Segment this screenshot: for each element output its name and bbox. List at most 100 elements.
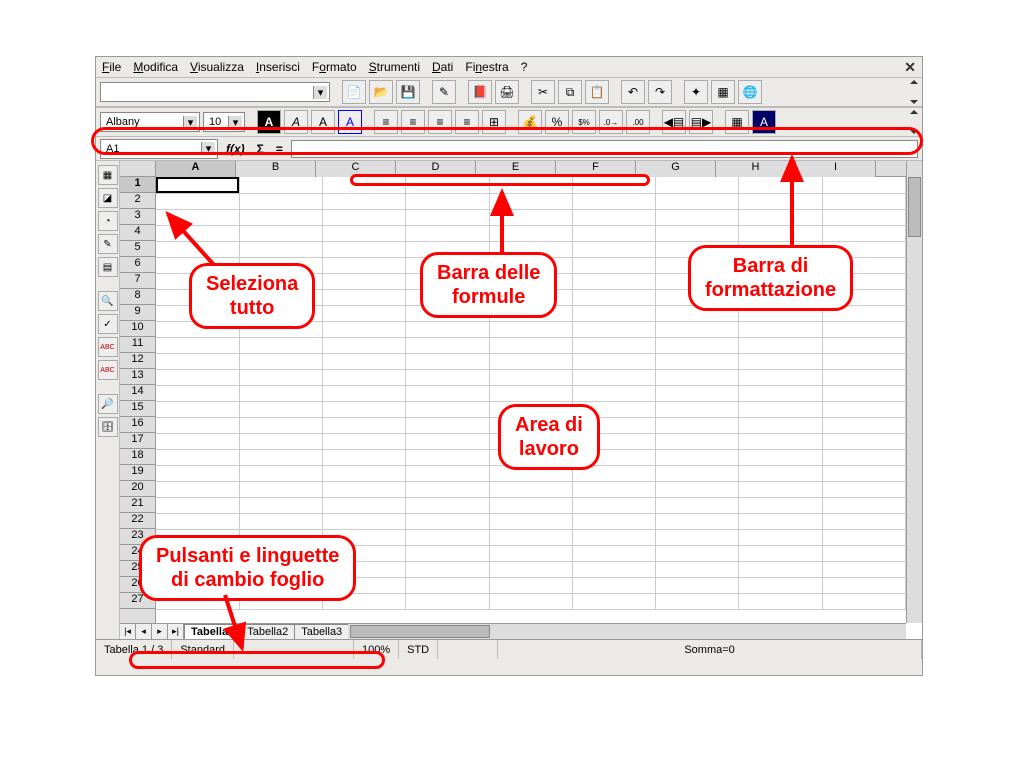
cell[interactable] <box>323 561 406 577</box>
cell[interactable] <box>656 241 739 257</box>
cell[interactable] <box>239 353 322 369</box>
menu-inserisci[interactable]: Inserisci <box>256 60 300 74</box>
cell[interactable] <box>656 337 739 353</box>
cell[interactable] <box>739 257 822 273</box>
cell[interactable] <box>489 401 572 417</box>
cell[interactable] <box>739 545 822 561</box>
cell[interactable] <box>406 497 489 513</box>
cell[interactable] <box>239 209 322 225</box>
print-button[interactable]: 🖨 <box>495 80 519 104</box>
cell[interactable] <box>489 273 572 289</box>
cell[interactable] <box>156 353 239 369</box>
cell[interactable] <box>739 241 822 257</box>
cell[interactable] <box>822 209 905 225</box>
cell[interactable] <box>822 529 905 545</box>
save-button[interactable]: 💾 <box>396 80 420 104</box>
row-header[interactable]: 4 <box>120 225 155 241</box>
cell[interactable] <box>489 465 572 481</box>
cell[interactable] <box>156 401 239 417</box>
row-header[interactable]: 2 <box>120 193 155 209</box>
cell[interactable] <box>239 593 322 609</box>
row-header[interactable]: 17 <box>120 433 155 449</box>
cell[interactable] <box>406 433 489 449</box>
datasource-button[interactable]: 🗄 <box>98 417 118 437</box>
column-header[interactable]: H <box>716 161 796 177</box>
toolbar-overflow-icon[interactable] <box>910 80 918 104</box>
cell[interactable] <box>156 193 239 209</box>
cell[interactable] <box>739 465 822 481</box>
open-button[interactable]: 📂 <box>369 80 393 104</box>
cell[interactable] <box>739 289 822 305</box>
cell[interactable] <box>822 177 905 193</box>
cell[interactable] <box>156 577 239 593</box>
cell[interactable] <box>406 273 489 289</box>
formula-input[interactable] <box>291 140 918 158</box>
cell[interactable] <box>239 481 322 497</box>
sheet-next-button[interactable]: ▸ <box>152 624 168 639</box>
cell[interactable] <box>156 177 239 193</box>
cell[interactable] <box>156 433 239 449</box>
cell[interactable] <box>656 545 739 561</box>
cell[interactable] <box>822 385 905 401</box>
status-zoom[interactable]: 100% <box>354 640 399 659</box>
row-header[interactable]: 11 <box>120 337 155 353</box>
cell[interactable] <box>572 369 655 385</box>
cell[interactable] <box>406 289 489 305</box>
autocheck-button[interactable]: ABC <box>98 337 118 357</box>
cell[interactable] <box>489 289 572 305</box>
row-header[interactable]: 19 <box>120 465 155 481</box>
cell[interactable] <box>656 449 739 465</box>
underline-button[interactable]: A <box>311 110 335 134</box>
percent-button[interactable]: % <box>545 110 569 134</box>
spellcheck-button[interactable]: ✓ <box>98 314 118 334</box>
cell[interactable] <box>156 209 239 225</box>
gallery-button[interactable]: ▦ <box>711 80 735 104</box>
menu-visualizza[interactable]: Visualizza <box>190 60 244 74</box>
cell[interactable] <box>739 449 822 465</box>
cell[interactable] <box>239 561 322 577</box>
cell[interactable] <box>822 305 905 321</box>
column-header[interactable]: D <box>396 161 476 177</box>
dropdown-arrow-icon[interactable]: ▾ <box>228 116 242 129</box>
close-icon[interactable]: ✕ <box>904 59 916 76</box>
cell[interactable] <box>572 241 655 257</box>
cell[interactable] <box>739 513 822 529</box>
cell[interactable] <box>239 305 322 321</box>
cell[interactable] <box>239 401 322 417</box>
row-header[interactable]: 14 <box>120 385 155 401</box>
cell[interactable] <box>156 561 239 577</box>
cell[interactable] <box>489 497 572 513</box>
cell[interactable] <box>572 193 655 209</box>
cell[interactable] <box>739 433 822 449</box>
cell[interactable] <box>239 321 322 337</box>
cell[interactable] <box>239 257 322 273</box>
dropdown-arrow-icon[interactable]: ▾ <box>201 142 215 155</box>
cell[interactable] <box>489 241 572 257</box>
menu-formato[interactable]: Formato <box>312 60 357 74</box>
sheet-first-button[interactable]: |◂ <box>120 624 136 639</box>
menu-dati[interactable]: Dati <box>432 60 453 74</box>
cell[interactable] <box>406 241 489 257</box>
cell[interactable] <box>406 321 489 337</box>
row-header[interactable]: 25 <box>120 561 155 577</box>
cell[interactable] <box>489 481 572 497</box>
row-header[interactable]: 1 <box>120 177 155 193</box>
cell[interactable] <box>739 529 822 545</box>
cell[interactable] <box>489 193 572 209</box>
cell[interactable] <box>822 257 905 273</box>
merge-cells-button[interactable]: ⊞ <box>482 110 506 134</box>
cell[interactable] <box>239 497 322 513</box>
increase-indent-button[interactable]: ▤▶ <box>689 110 713 134</box>
cell[interactable] <box>156 593 239 609</box>
cell[interactable] <box>156 225 239 241</box>
cell[interactable] <box>323 497 406 513</box>
cell[interactable] <box>822 273 905 289</box>
insert-obj-button[interactable]: ◪ <box>98 188 118 208</box>
cell[interactable] <box>572 529 655 545</box>
cell[interactable] <box>489 593 572 609</box>
sheet-last-button[interactable]: ▸| <box>168 624 184 639</box>
cell[interactable] <box>656 257 739 273</box>
cell[interactable] <box>572 289 655 305</box>
row-header[interactable]: 23 <box>120 529 155 545</box>
row-header[interactable]: 5 <box>120 241 155 257</box>
